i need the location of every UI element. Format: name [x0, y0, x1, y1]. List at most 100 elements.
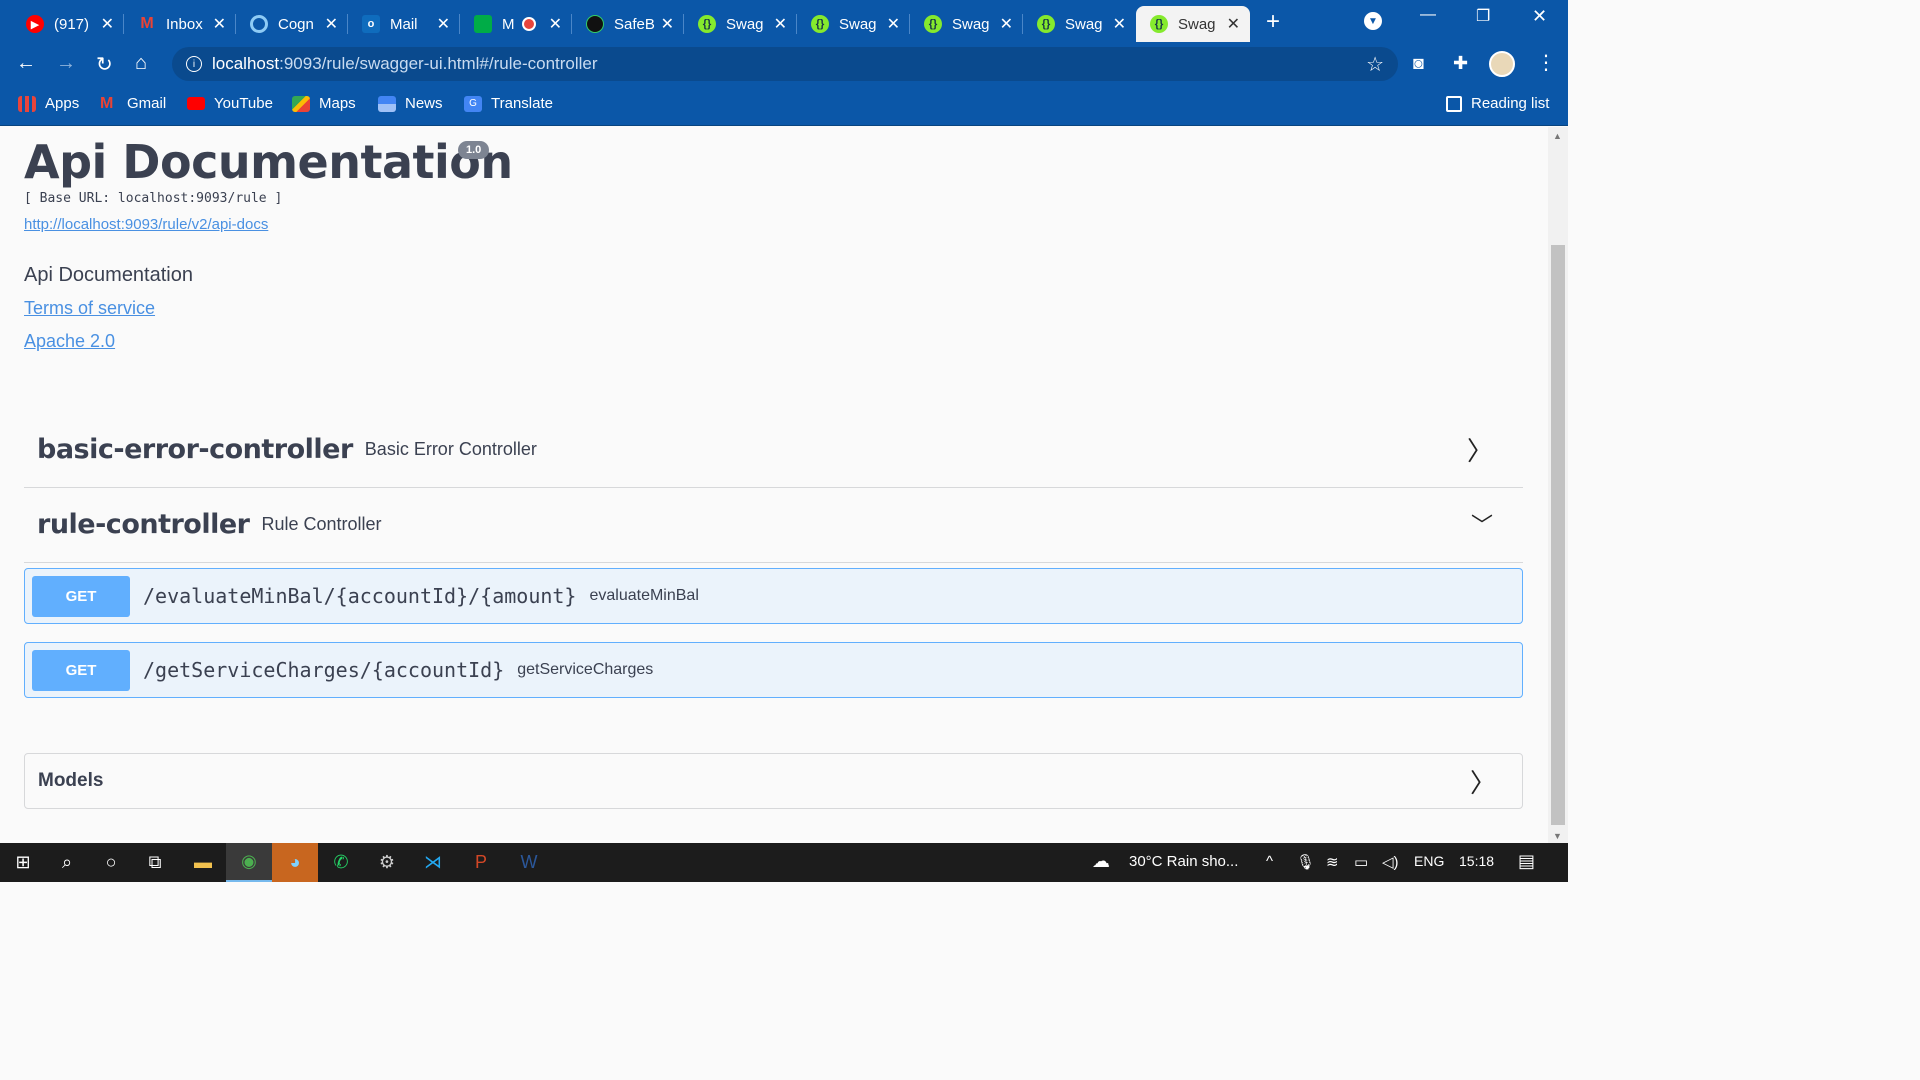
windows-start-icon[interactable]: ⊞	[0, 843, 46, 882]
chevron-down-icon[interactable]: ﹀	[1471, 508, 1493, 540]
notifications-icon[interactable]: ▤	[1518, 851, 1535, 872]
controller-basic-error[interactable]: basic-error-controller Basic Error Contr…	[24, 411, 1523, 488]
tab-swagger-3[interactable]: {} Swag ✕	[910, 6, 1023, 42]
tab-title: (917)	[54, 15, 90, 33]
maps-icon	[292, 95, 310, 112]
restore-icon[interactable]: ❐	[1476, 6, 1490, 26]
clock[interactable]: 15:18	[1459, 853, 1494, 869]
tab-safeb[interactable]: SafeB ✕	[572, 6, 684, 42]
camera-icon[interactable]: ◙	[1413, 53, 1424, 74]
scroll-down-arrow-icon[interactable]: ▼	[1553, 831, 1562, 841]
http-method-badge[interactable]: GET	[32, 575, 130, 617]
home-icon[interactable]: ⌂	[135, 52, 147, 75]
file-explorer-icon[interactable]: ▬	[180, 843, 226, 882]
bookmark-star-icon[interactable]: ☆	[1366, 52, 1384, 77]
close-icon[interactable]: ✕	[213, 14, 226, 34]
address-bar[interactable]: i localhost:9093/rule/swagger-ui.html#/r…	[172, 47, 1398, 81]
word-icon[interactable]: W	[506, 843, 552, 882]
bookmark-apps[interactable]: Apps	[18, 95, 79, 112]
battery-icon[interactable]: ▭	[1354, 853, 1368, 871]
reload-icon[interactable]: ↻	[96, 52, 113, 77]
tray-chevron-up-icon[interactable]: ^	[1266, 853, 1273, 870]
operation-get-service-charges[interactable]: GET /getServiceCharges/{accountId} getSe…	[24, 642, 1523, 698]
close-icon[interactable]: ✕	[549, 14, 562, 34]
tab-inbox[interactable]: M Inbox ✕	[124, 6, 236, 42]
forward-arrow-icon[interactable]: →	[56, 52, 76, 75]
tab-search-chevron-icon[interactable]: ▼	[1364, 12, 1382, 30]
bookmark-youtube[interactable]: YouTube	[187, 95, 273, 112]
vscode-icon[interactable]: ⋊	[410, 843, 456, 882]
powerpoint-icon[interactable]: P	[458, 843, 504, 882]
apps-grid-icon	[18, 95, 36, 112]
more-menu-icon[interactable]: ⋮	[1536, 50, 1556, 75]
close-icon[interactable]: ✕	[437, 14, 450, 34]
models-section[interactable]: Models 〉	[24, 753, 1523, 809]
scroll-up-arrow-icon[interactable]: ▲	[1553, 131, 1562, 141]
close-icon[interactable]: ✕	[1227, 14, 1240, 34]
license-link[interactable]: Apache 2.0	[24, 331, 115, 352]
settings-gear-icon[interactable]: ⚙	[364, 843, 410, 882]
bookmarks-bar: Apps M Gmail YouTube Maps News G Transla…	[0, 86, 1568, 126]
tab-meet[interactable]: M ✕	[460, 6, 572, 42]
controller-description: Basic Error Controller	[364, 438, 537, 459]
volume-icon[interactable]: ◁)	[1382, 853, 1399, 871]
task-view-icon[interactable]: ⧉	[132, 843, 178, 882]
bookmark-news[interactable]: News	[378, 95, 443, 112]
tab-swagger-2[interactable]: {} Swag ✕	[797, 6, 910, 42]
models-label: Models	[38, 770, 104, 791]
close-icon[interactable]: ✕	[887, 14, 900, 34]
weather-cloud-icon[interactable]: ☁	[1092, 851, 1110, 872]
minimize-icon[interactable]: —	[1420, 6, 1436, 24]
tab-cogn[interactable]: Cogn ✕	[236, 6, 348, 42]
search-icon[interactable]: ⌕	[44, 843, 90, 882]
browser-toolbar: ← → ↻ ⌂ i localhost:9093/rule/swagger-ui…	[0, 42, 1568, 86]
tab-swagger-active[interactable]: {} Swag ✕	[1136, 6, 1250, 42]
news-icon	[378, 95, 396, 112]
reading-list-button[interactable]: Reading list	[1446, 95, 1549, 112]
close-icon[interactable]: ✕	[325, 14, 338, 34]
close-icon[interactable]: ✕	[1113, 14, 1126, 34]
back-arrow-icon[interactable]: ←	[16, 52, 36, 75]
chrome-icon[interactable]: ◉	[226, 843, 272, 882]
terms-of-service-link[interactable]: Terms of service	[24, 298, 155, 319]
tab-mail[interactable]: o Mail ✕	[348, 6, 460, 42]
close-icon[interactable]: ✕	[661, 14, 674, 34]
window-close-icon[interactable]: ✕	[1532, 6, 1547, 27]
cortana-circle-icon[interactable]: ○	[88, 843, 134, 882]
version-badge: 1.0	[458, 141, 490, 159]
tab-youtube[interactable]: ▶ (917) ✕	[12, 6, 124, 42]
site-info-icon[interactable]: i	[186, 56, 202, 72]
close-icon[interactable]: ✕	[774, 14, 787, 34]
chevron-right-icon[interactable]: 〉	[1467, 431, 1493, 468]
scrollbar-thumb[interactable]	[1551, 245, 1565, 825]
microphone-icon[interactable]: 🎙	[1296, 853, 1315, 871]
new-tab-plus-icon[interactable]: +	[1266, 8, 1280, 36]
swagger-icon: {}	[1150, 15, 1168, 33]
http-method-badge[interactable]: GET	[32, 649, 130, 691]
tab-swagger-4[interactable]: {} Swag ✕	[1023, 6, 1136, 42]
windows-taskbar: ⊞ ⌕ ○ ⧉ ▬ ◉ ◕ ✆ ⚙ ⋊ P W ☁ 30°C Rain sho.…	[0, 843, 1568, 882]
api-docs-link[interactable]: http://localhost:9093/rule/v2/api-docs	[24, 216, 268, 233]
weather-text[interactable]: 30°C Rain sho...	[1129, 853, 1238, 870]
controller-rule[interactable]: rule-controller Rule Controller ﹀	[24, 486, 1523, 563]
profile-avatar[interactable]	[1489, 51, 1515, 77]
extensions-puzzle-icon[interactable]: ✚	[1453, 53, 1468, 74]
close-icon[interactable]: ✕	[101, 14, 114, 34]
bookmark-translate[interactable]: G Translate	[464, 95, 553, 112]
browser-app-icon[interactable]: ◕	[272, 843, 318, 882]
tab-swagger-1[interactable]: {} Swag ✕	[684, 6, 797, 42]
operation-evaluate-min-bal[interactable]: GET /evaluateMinBal/{accountId}/{amount}…	[24, 568, 1523, 624]
chevron-right-icon[interactable]: 〉	[1470, 763, 1496, 800]
whatsapp-icon[interactable]: ✆	[318, 843, 364, 882]
wifi-icon[interactable]: ≋	[1326, 853, 1339, 871]
tab-title: Swag	[1065, 15, 1103, 33]
bookmark-gmail[interactable]: M Gmail	[100, 95, 166, 112]
tab-title: Mail	[390, 15, 418, 33]
close-icon[interactable]: ✕	[1000, 14, 1013, 34]
controller-description: Rule Controller	[261, 513, 382, 534]
page-scrollbar[interactable]: ▲ ▼	[1548, 127, 1568, 843]
language-indicator[interactable]: ENG	[1414, 853, 1444, 869]
swagger-icon: {}	[811, 15, 829, 33]
tab-title: Swag	[1178, 15, 1216, 33]
bookmark-maps[interactable]: Maps	[292, 95, 356, 112]
